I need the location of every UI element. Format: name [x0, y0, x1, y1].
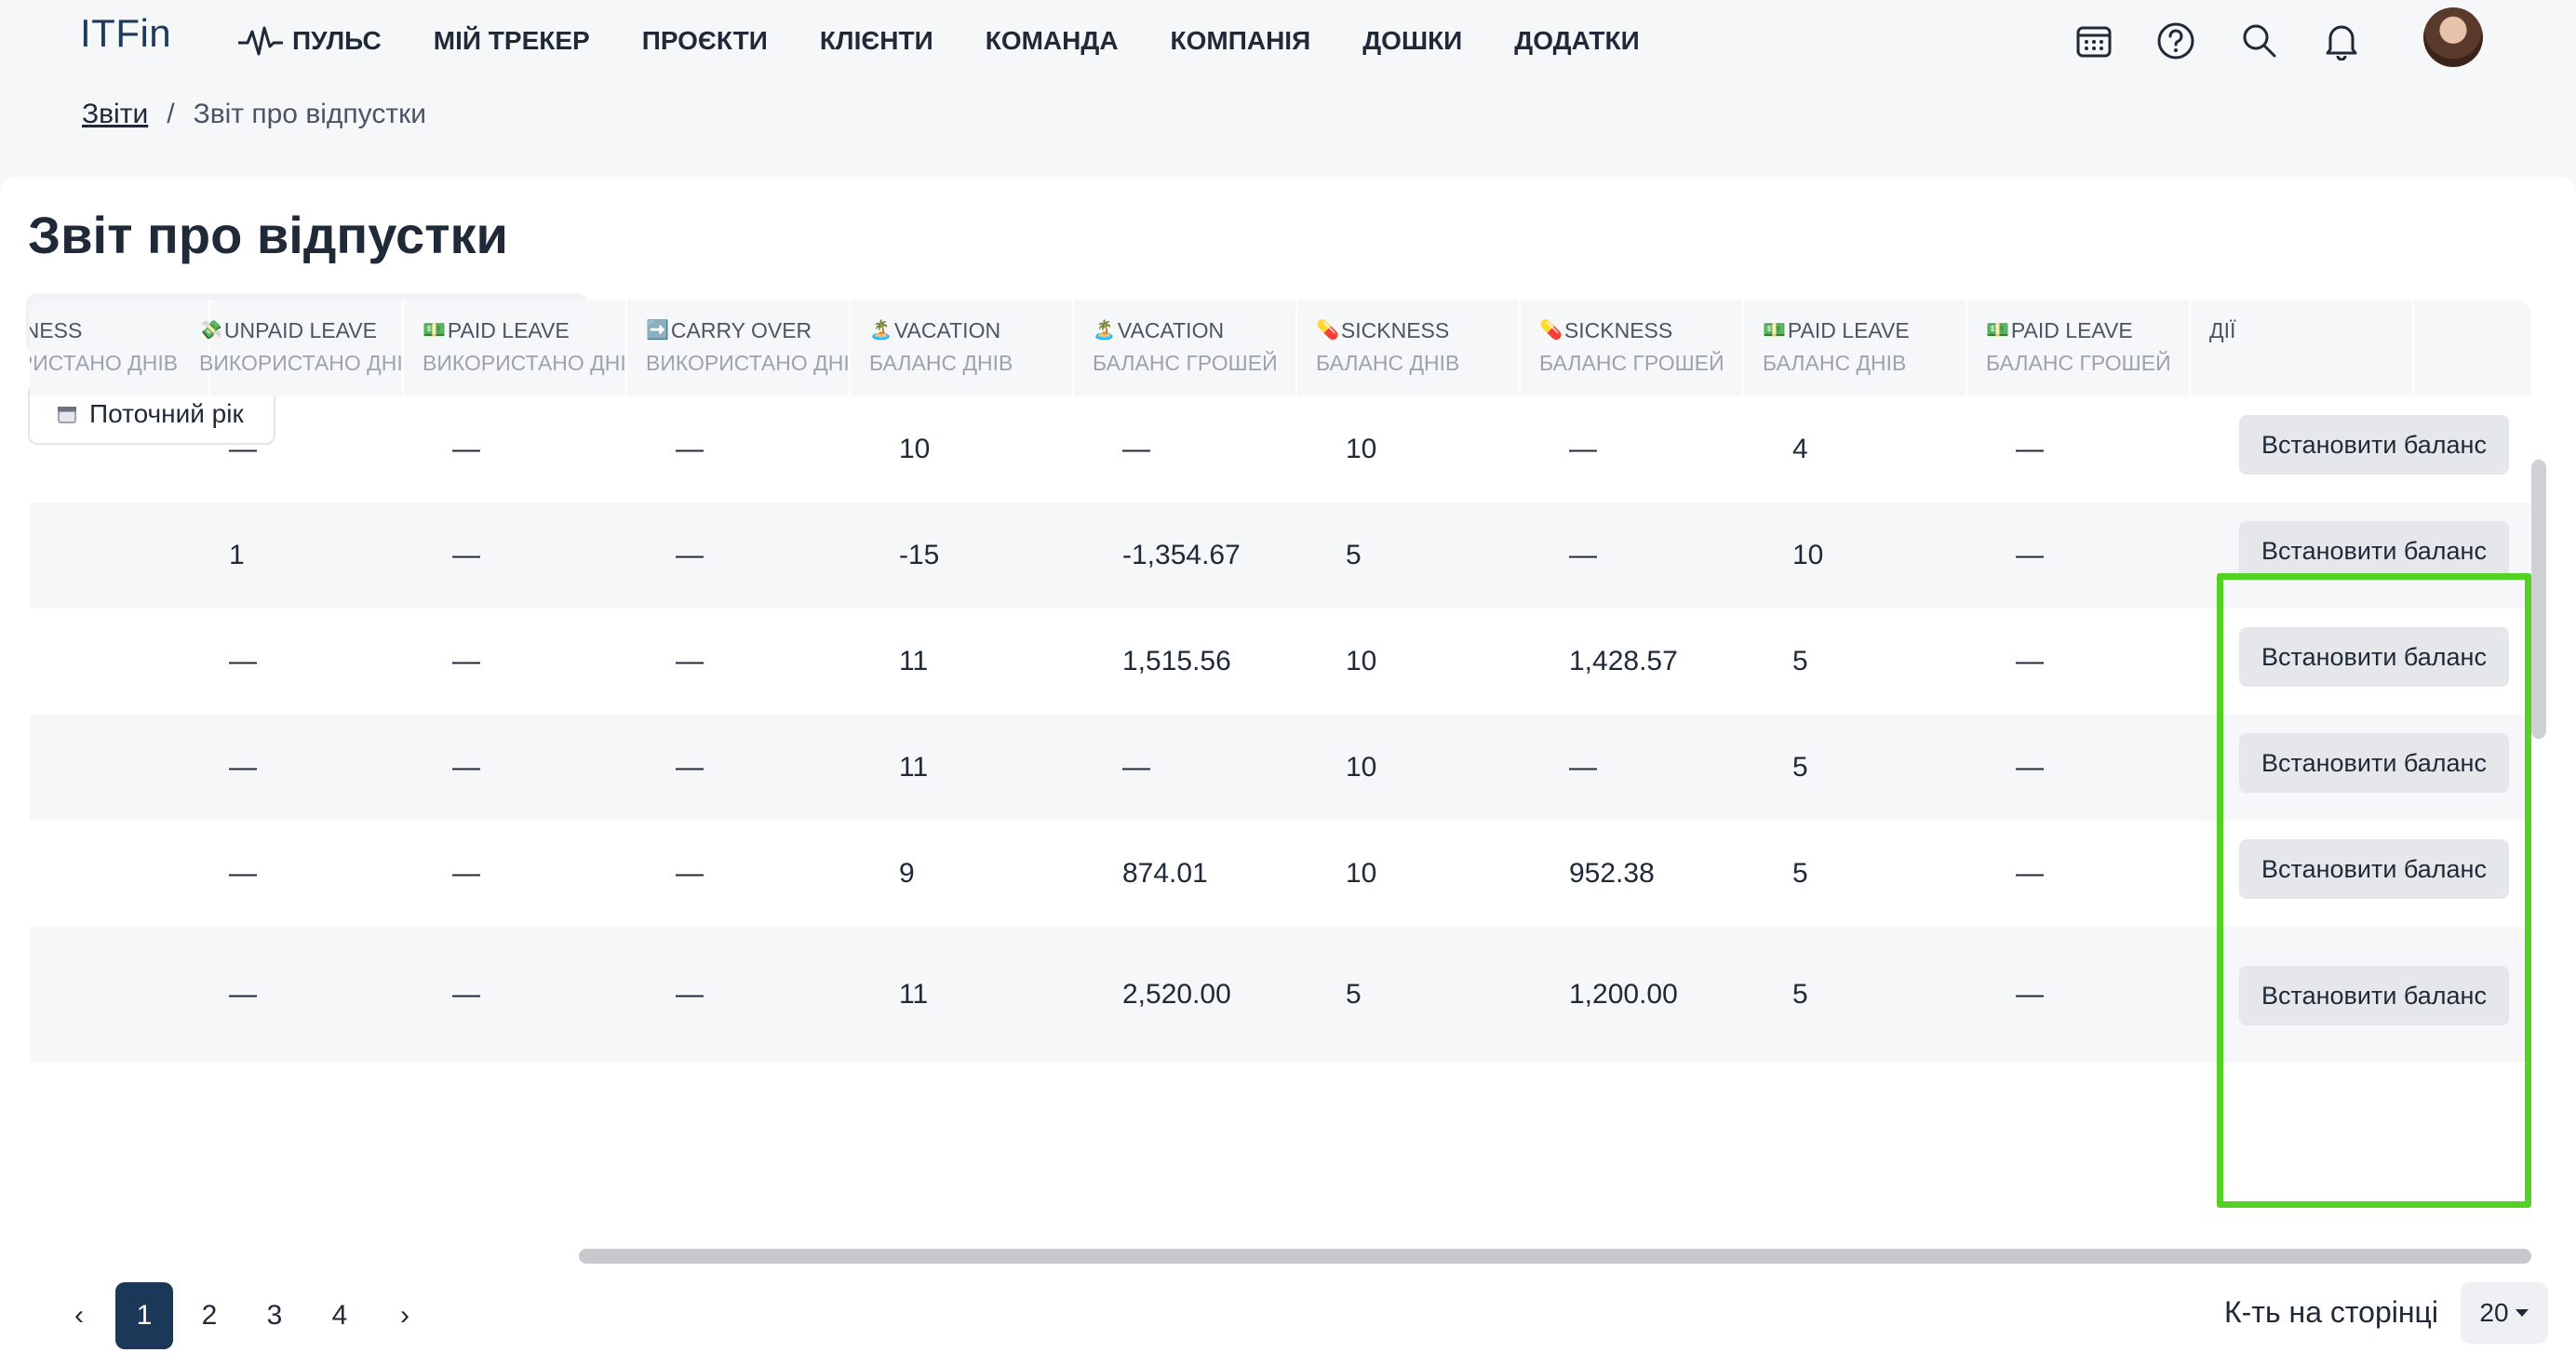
banknote-icon: 💵 [1986, 320, 2009, 341]
column-header-actions: ДІЇ [2191, 300, 2414, 396]
table-row[interactable]: — — — 9 874.01 10 952.38 5 — Встановити … [30, 821, 2531, 927]
set-balance-button[interactable]: Встановити баланс [2239, 627, 2509, 687]
help-icon[interactable] [2155, 20, 2196, 61]
island-icon: 🏝️ [869, 320, 892, 341]
page-button-2[interactable]: 2 [177, 1282, 242, 1349]
column-header[interactable]: 💊 SICKNESS БАЛАНС ГРОШЕЙ [1521, 300, 1744, 396]
table-row[interactable]: — — — 11 2,520.00 5 1,200.00 5 — Встанов… [30, 927, 2531, 1063]
nav-item-addons[interactable]: ДОДАТКИ [1514, 26, 1639, 56]
table-row[interactable]: 1 — — -15 -1,354.67 5 — 10 — Встановити … [30, 502, 2531, 609]
column-header[interactable]: 🏝️ VACATION БАЛАНС ДНІВ [851, 300, 1074, 396]
set-balance-button[interactable]: Встановити баланс [2239, 521, 2509, 581]
breadcrumb: Звіти / Звіт про відпустки [82, 99, 426, 130]
banknote-icon: 💵 [1763, 320, 1786, 341]
vacation-report-table: SICKNESS ВИКОРИСТАНО ДНІВ 💸UNPAID LEAVE … [30, 300, 2531, 1239]
app-logo[interactable]: ITFin [80, 11, 171, 56]
search-icon[interactable] [2239, 20, 2280, 61]
money-wings-icon: 💸 [199, 320, 222, 341]
table-row[interactable]: — — — 11 — 10 — 5 — Встановити баланс [30, 715, 2531, 821]
column-header[interactable]: 💵 PAID LEAVE БАЛАНС ДНІВ [1744, 300, 1967, 396]
top-navigation: ITFin ПУЛЬС МІЙ ТРЕКЕР ПРОЄКТИ КЛІЄНТИ К… [0, 0, 2576, 82]
page-button-3[interactable]: 3 [242, 1282, 307, 1349]
nav-item-label: ПУЛЬС [292, 26, 382, 55]
per-page-label: К-ть на сторінці [2224, 1295, 2438, 1329]
column-header[interactable]: 💵 PAID LEAVE БАЛАНС ГРОШЕЙ [1967, 300, 2191, 396]
pulse-icon [238, 26, 283, 56]
table-header: SICKNESS ВИКОРИСТАНО ДНІВ 💸UNPAID LEAVE … [30, 300, 2531, 396]
bell-icon[interactable] [2321, 20, 2362, 61]
pill-icon: 💊 [1316, 320, 1339, 341]
per-page-select[interactable]: 20 [2461, 1282, 2548, 1344]
horizontal-scrollbar[interactable] [579, 1249, 2531, 1264]
caret-down-icon [2515, 1309, 2529, 1317]
column-header[interactable]: 💵 PAID LEAVE ВИКОРИСТАНО ДНІВ [404, 300, 627, 396]
nav-item-company[interactable]: КОМПАНІЯ [1171, 26, 1311, 56]
nav-item-projects[interactable]: ПРОЄКТИ [642, 26, 768, 56]
breadcrumb-reports-link[interactable]: Звіти [82, 99, 148, 130]
calendar-icon[interactable] [2073, 20, 2114, 61]
page-title: Звіт про відпустки [28, 206, 508, 264]
breadcrumb-current: Звіт про відпустки [193, 99, 426, 129]
user-avatar[interactable] [2423, 7, 2483, 67]
column-header[interactable]: 🏝️ VACATION БАЛАНС ГРОШЕЙ [1074, 300, 1297, 396]
set-balance-button[interactable]: Встановити баланс [2239, 839, 2509, 899]
vertical-scrollbar[interactable] [2531, 460, 2546, 739]
column-header[interactable]: 💊 SICKNESS БАЛАНС ДНІВ [1297, 300, 1521, 396]
table-row[interactable]: — — — 10 — 10 — 4 — Встановити баланс [30, 396, 2531, 502]
next-page-button[interactable]: › [372, 1282, 437, 1349]
banknote-icon: 💵 [423, 320, 446, 341]
arrow-right-icon: ➡️ [646, 320, 669, 341]
page-button-1[interactable]: 1 [115, 1282, 173, 1349]
set-balance-button[interactable]: Встановити баланс [2239, 415, 2509, 475]
column-header[interactable]: ➡️ CARRY OVER ВИКОРИСТАНО ДНІВ [627, 300, 851, 396]
prev-page-button[interactable]: ‹ [47, 1282, 112, 1349]
nav-item-my-tracker[interactable]: МІЙ ТРЕКЕР [434, 26, 590, 56]
set-balance-button[interactable]: Встановити баланс [2239, 733, 2509, 793]
pill-icon: 💊 [1539, 320, 1563, 341]
island-icon: 🏝️ [1093, 320, 1116, 341]
set-balance-button[interactable]: Встановити баланс [2239, 966, 2509, 1025]
page-button-4[interactable]: 4 [307, 1282, 372, 1349]
table-row[interactable]: — — — 11 1,515.56 10 1,428.57 5 — Встано… [30, 609, 2531, 715]
nav-item-team[interactable]: КОМАНДА [986, 26, 1119, 56]
nav-item-clients[interactable]: КЛІЄНТИ [820, 26, 933, 56]
main-menu: ПУЛЬС МІЙ ТРЕКЕР ПРОЄКТИ КЛІЄНТИ КОМАНДА… [236, 0, 1692, 82]
nav-item-pulse[interactable]: ПУЛЬС [236, 24, 382, 58]
breadcrumb-separator: / [167, 99, 175, 129]
nav-item-boards[interactable]: ДОШКИ [1362, 26, 1462, 56]
pagination: ‹ 1 2 3 4 › [47, 1282, 437, 1349]
per-page-value: 20 [2479, 1298, 2509, 1327]
column-header[interactable]: 💸 UNPAID LEAVE ВИКОРИСТАНО ДНІВ [181, 300, 404, 396]
